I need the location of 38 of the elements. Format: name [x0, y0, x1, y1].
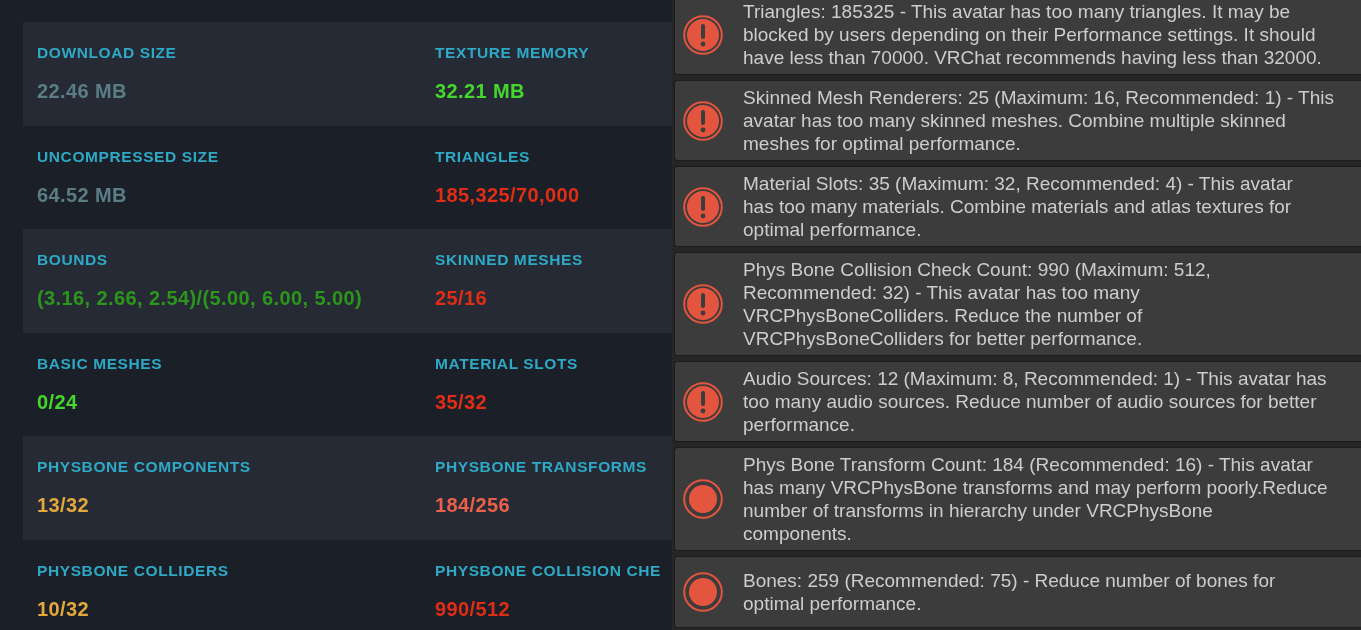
message-text: Triangles: 185325 - This avatar has too many triangles. It may be blocked by users depending on their Performance settings. It should have less than 70000. VRChat recommends having less than 32000.	[743, 0, 1323, 69]
stat-label: BASIC MESHES	[37, 354, 163, 373]
message-text: Audio Sources: 12 (Maximum: 8, Recommended: 1) - This avatar has too many audio sources. Reduce number of audio sources for better performance.	[743, 367, 1328, 436]
stat-label: TEXTURE MEMORY	[435, 44, 590, 62]
stat-label: PHYSBONE COMPONENTS	[37, 458, 251, 476]
message-text: Material Slots: 35 (Maximum: 32, Recommended: 4) - This avatar has too many materials. Combine materials and atlas textures for optimal performance.	[743, 172, 1294, 241]
stat-value: 184/256	[435, 493, 511, 517]
stat-label: TRIANGLES	[435, 147, 530, 166]
message-text: Bones: 259 (Recommended: 75) - Reduce number of bones for optimal performance.	[743, 569, 1277, 615]
stat-value: 990/512	[435, 596, 511, 621]
stat-label: MATERIAL SLOTS	[435, 354, 579, 373]
exclamation-circle-icon	[683, 381, 723, 422]
stat-value: 13/32	[37, 493, 90, 517]
stat-label: DOWNLOAD SIZE	[37, 44, 177, 62]
dot-circle-icon	[683, 572, 723, 612]
message-text: Phys Bone Collision Check Count: 990 (Maximum: 512, Recommended: 32) - This avatar has too many VRCPhysBoneColliders. Reduce the number of VRCPhysBoneColliders for better performance.	[743, 258, 1212, 350]
stat-value: 185,325/70,000	[435, 182, 580, 207]
stat-label: PHYSBONE COLLISION CHE	[435, 561, 661, 580]
exclamation-circle-icon	[683, 14, 723, 55]
exclamation-circle-icon	[683, 186, 723, 227]
message-text: Skinned Mesh Renderers: 25 (Maximum: 16, Recommended: 1) - This avatar has too many skinned meshes. Combine multiple skinned meshes for optimal performance.	[743, 86, 1335, 155]
stat-value: 10/32	[37, 596, 90, 621]
stat-label: PHYSBONE TRANSFORMS	[435, 458, 648, 476]
stat-value: 0/24	[37, 389, 78, 414]
dot-circle-icon	[683, 479, 723, 519]
exclamation-circle-icon	[683, 100, 723, 141]
stat-value: 25/16	[435, 286, 488, 310]
stat-label: SKINNED MESHES	[435, 251, 583, 269]
stat-label: BOUNDS	[37, 251, 108, 269]
stat-value: 35/32	[435, 389, 488, 414]
stat-label: PHYSBONE COLLIDERS	[37, 561, 229, 580]
stat-value: (3.16, 2.66, 2.54)/(5.00, 6.00, 5.00)	[37, 286, 362, 310]
stat-value: 32.21 MB	[435, 79, 525, 103]
stat-value: 64.52 MB	[37, 182, 127, 207]
stat-value: 22.46 MB	[37, 79, 127, 103]
stat-label: UNCOMPRESSED SIZE	[37, 147, 219, 166]
message-text: Phys Bone Transform Count: 184 (Recommended: 16) - This avatar has many VRCPhysBone transforms and may perform poorly.Reduce number of transforms in hierarchy under VRCPhysBone components.	[743, 453, 1329, 545]
exclamation-circle-icon	[683, 284, 723, 324]
